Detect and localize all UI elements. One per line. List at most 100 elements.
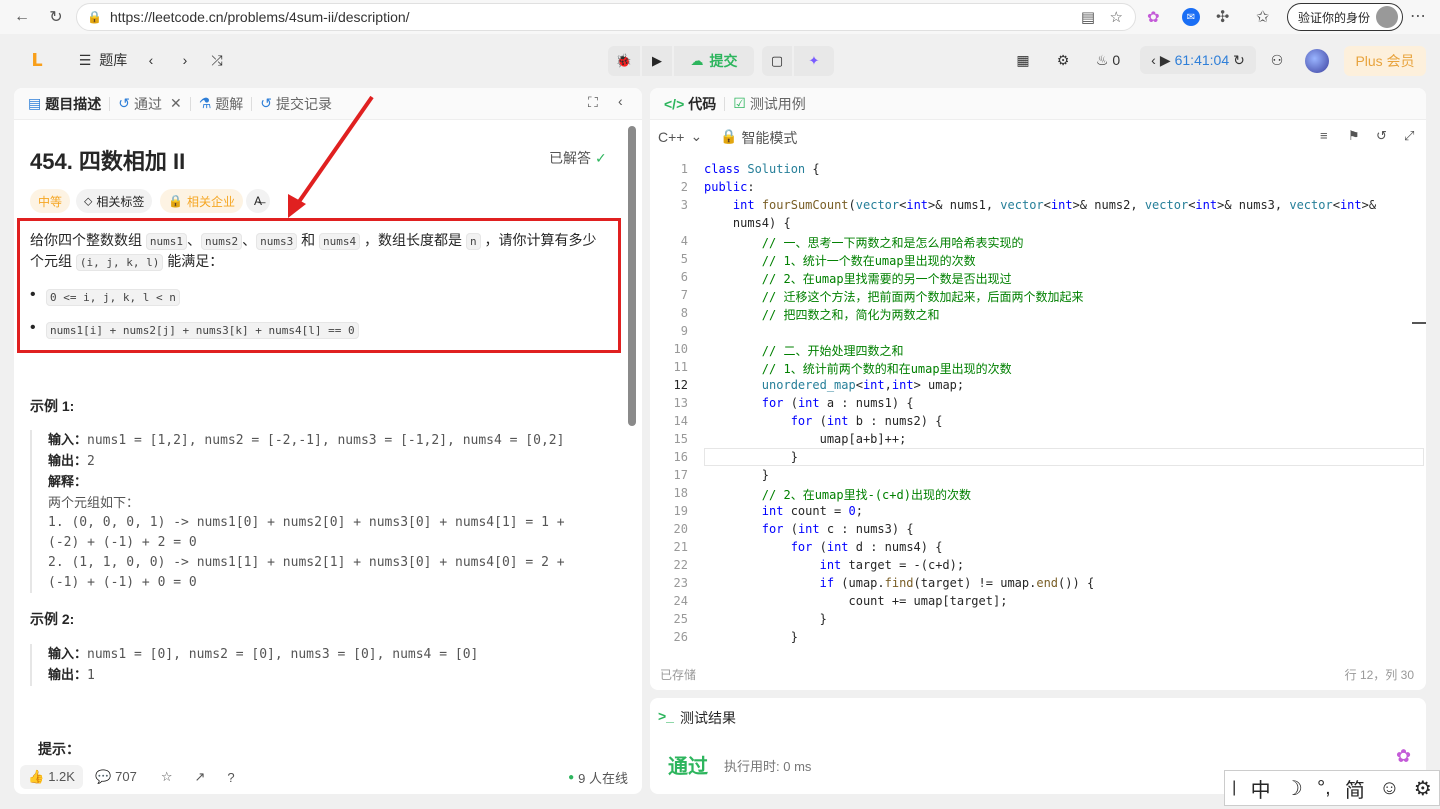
extension-icon[interactable]: ✉ [1182,8,1200,26]
format-icon[interactable]: ≡ [1320,128,1328,143]
more-icon[interactable]: ⋯ [1410,6,1426,26]
ime-chinese-mode[interactable]: 中 [1251,774,1271,803]
upload-cloud-icon: ☁ [690,53,704,68]
moon-icon[interactable]: ☽ [1285,776,1303,801]
code-nums2: nums2 [201,233,243,250]
lock-icon: 🔒 [87,10,102,24]
reset-icon[interactable]: ↺ [1376,128,1387,144]
problem-list-button[interactable]: ☰ 题库 [70,46,136,74]
code-line: } [704,612,827,626]
tab-passed-label: 通过 [133,95,162,112]
like-count: 1.2K [48,769,75,784]
tab-code[interactable]: </> 代码 [656,94,724,114]
punctuation-icon[interactable]: °, [1317,777,1331,800]
tab-submissions[interactable]: ↺ 提交记录 [252,94,340,114]
code-n: n [465,233,481,250]
tab-test-results[interactable]: >_ 测试结果 [658,708,736,728]
difficulty-badge[interactable]: 中等 [30,189,71,213]
ime-simplified-mode[interactable]: 简 [1345,774,1365,803]
tab-solutions-label: 题解 [215,95,244,112]
tab-passed[interactable]: ↺ 通过 ✕ [110,94,189,114]
language-select[interactable]: C++ ⌄ [658,128,702,145]
related-companies-label: 相关企业 [186,194,235,209]
back-icon[interactable]: ← [8,3,36,31]
line-number: 23 [673,576,688,590]
smart-mode-toggle[interactable]: 🔒 智能模式 [720,128,797,148]
output-label: 输出： [48,667,88,682]
next-problem-icon[interactable]: › [176,46,194,74]
leetcode-logo-icon[interactable]: ᒪ [24,46,50,74]
address-bar[interactable]: 🔒 https://leetcode.cn/problems/4sum-ii/d… [76,3,1136,31]
scrollbar[interactable] [628,126,636,426]
explanation-line: 1. (0, 0, 0, 1) -> nums1[0] + nums2[0] +… [48,515,565,530]
code-line: for (int b : nums2) { [790,414,943,428]
add-friend-icon[interactable]: ⚇ [1266,46,1288,74]
ime-settings-icon[interactable]: ⚙ [1414,776,1432,801]
run-icon[interactable]: ▶ [642,46,672,76]
tab-solutions[interactable]: ⚗ 题解 [191,94,252,114]
help-icon[interactable]: ? [227,770,234,785]
note-icon[interactable]: ▢ [762,46,792,76]
layout-grid-icon[interactable]: ▦ [1012,46,1034,74]
favorites-icon[interactable]: ✩ [1256,7,1269,27]
user-avatar[interactable] [1305,49,1329,73]
code-editor-panel: </> 代码 ☑ 测试用例 C++ ⌄ 🔒 智能模式 ≡ ⚑ ↺ ⤢ 12345… [650,88,1426,690]
line-number: 5 [680,252,688,266]
timer-widget[interactable]: ‹ ▶ 61:41:04 ↻ [1140,46,1256,74]
line-number: 4 [680,234,688,248]
related-tags-chip[interactable]: ⬦ 相关标签 [76,189,153,213]
ime-toolbar: | 中 ☽ °, 简 ☺ ⚙ [1224,770,1440,806]
saved-status: 已存储 [660,668,697,682]
ime-handle-icon[interactable]: | [1232,779,1236,797]
expand-icon[interactable]: ⤢ [1404,128,1414,144]
code-line: } [704,450,798,464]
star-icon[interactable]: ☆ [161,769,173,785]
code-line: nums4) { [704,216,791,230]
tab-testcase[interactable]: ☑ 测试用例 [725,94,814,114]
code-line: int target = -(c+d); [819,558,965,572]
ai-brain-icon[interactable]: ✿ [1147,8,1160,26]
example-input: nums1 = [0], nums2 = [0], nums3 = [0], n… [87,647,479,662]
example-2-title: 示例 2: [30,611,75,627]
like-button[interactable]: 👍 1.2K [20,765,83,789]
comments-button[interactable]: 💬 707 [95,769,137,785]
output-label: 输出： [48,453,88,468]
prev-problem-icon[interactable]: ‹ [142,46,160,74]
example-2-block: 输入：nums1 = [0], nums2 = [0], nums3 = [0]… [30,644,620,686]
minimap-marker [1412,322,1426,324]
close-tab-icon[interactable]: ✕ [170,95,182,112]
fullscreen-icon[interactable]: ⛶ [588,94,598,111]
ai-sparkle-icon[interactable]: ✦ [794,46,834,76]
debug-icon[interactable]: 🐞 [608,46,640,76]
collapse-panel-icon[interactable]: ‹ [618,93,623,109]
settings-gear-icon[interactable]: ⚙ [1052,46,1074,74]
tab-description[interactable]: ▤ 题目描述 [20,94,109,114]
streak-counter[interactable]: ♨ 0 [1090,46,1126,74]
line-number: 2 [680,180,688,194]
share-icon[interactable]: ↗ [194,769,205,785]
line-number: 21 [673,540,688,554]
ai-assistant-icon[interactable]: ✿ [1396,746,1411,767]
code-area[interactable]: 1 2 3 4 5 6 7 8 9 10 11 12 13 14 15 16 17 18 19 20 21 22 23 24 2… [650,160,1426,650]
plus-membership-button[interactable]: Plus 会员 [1344,46,1426,76]
extensions-puzzle-icon[interactable]: ✣ [1216,7,1229,27]
code-brackets-icon: </> [664,95,685,112]
favorite-star-icon[interactable]: ☆ [1110,8,1123,26]
code-line: public: [704,180,755,194]
reader-mode-icon[interactable]: ▤ [1081,8,1095,26]
refresh-icon[interactable]: ↻ [42,3,70,31]
constraint-bullet: nums1[i] + nums2[j] + nums3[k] + nums4[l… [30,319,359,339]
bookmark-icon[interactable]: ⚑ [1348,128,1360,144]
verify-identity-button[interactable]: 验证你的身份 [1287,3,1404,31]
translate-icon[interactable]: A̶ [246,189,271,213]
language-label: C++ [658,128,685,145]
verify-label: 验证你的身份 [1298,10,1371,25]
submit-button[interactable]: ☁ 提交 [674,46,754,76]
checkbox-icon: ☑ [733,95,746,111]
random-problem-icon[interactable]: ⤮ [206,46,228,74]
explanation-line: (-1) + (-1) + 0 = 0 [48,575,197,590]
related-companies-chip[interactable]: 🔒 相关企业 [160,189,243,213]
line-number: 1 [680,162,688,176]
emoji-icon[interactable]: ☺ [1379,777,1399,800]
code-line: for (int a : nums1) { [761,396,914,410]
